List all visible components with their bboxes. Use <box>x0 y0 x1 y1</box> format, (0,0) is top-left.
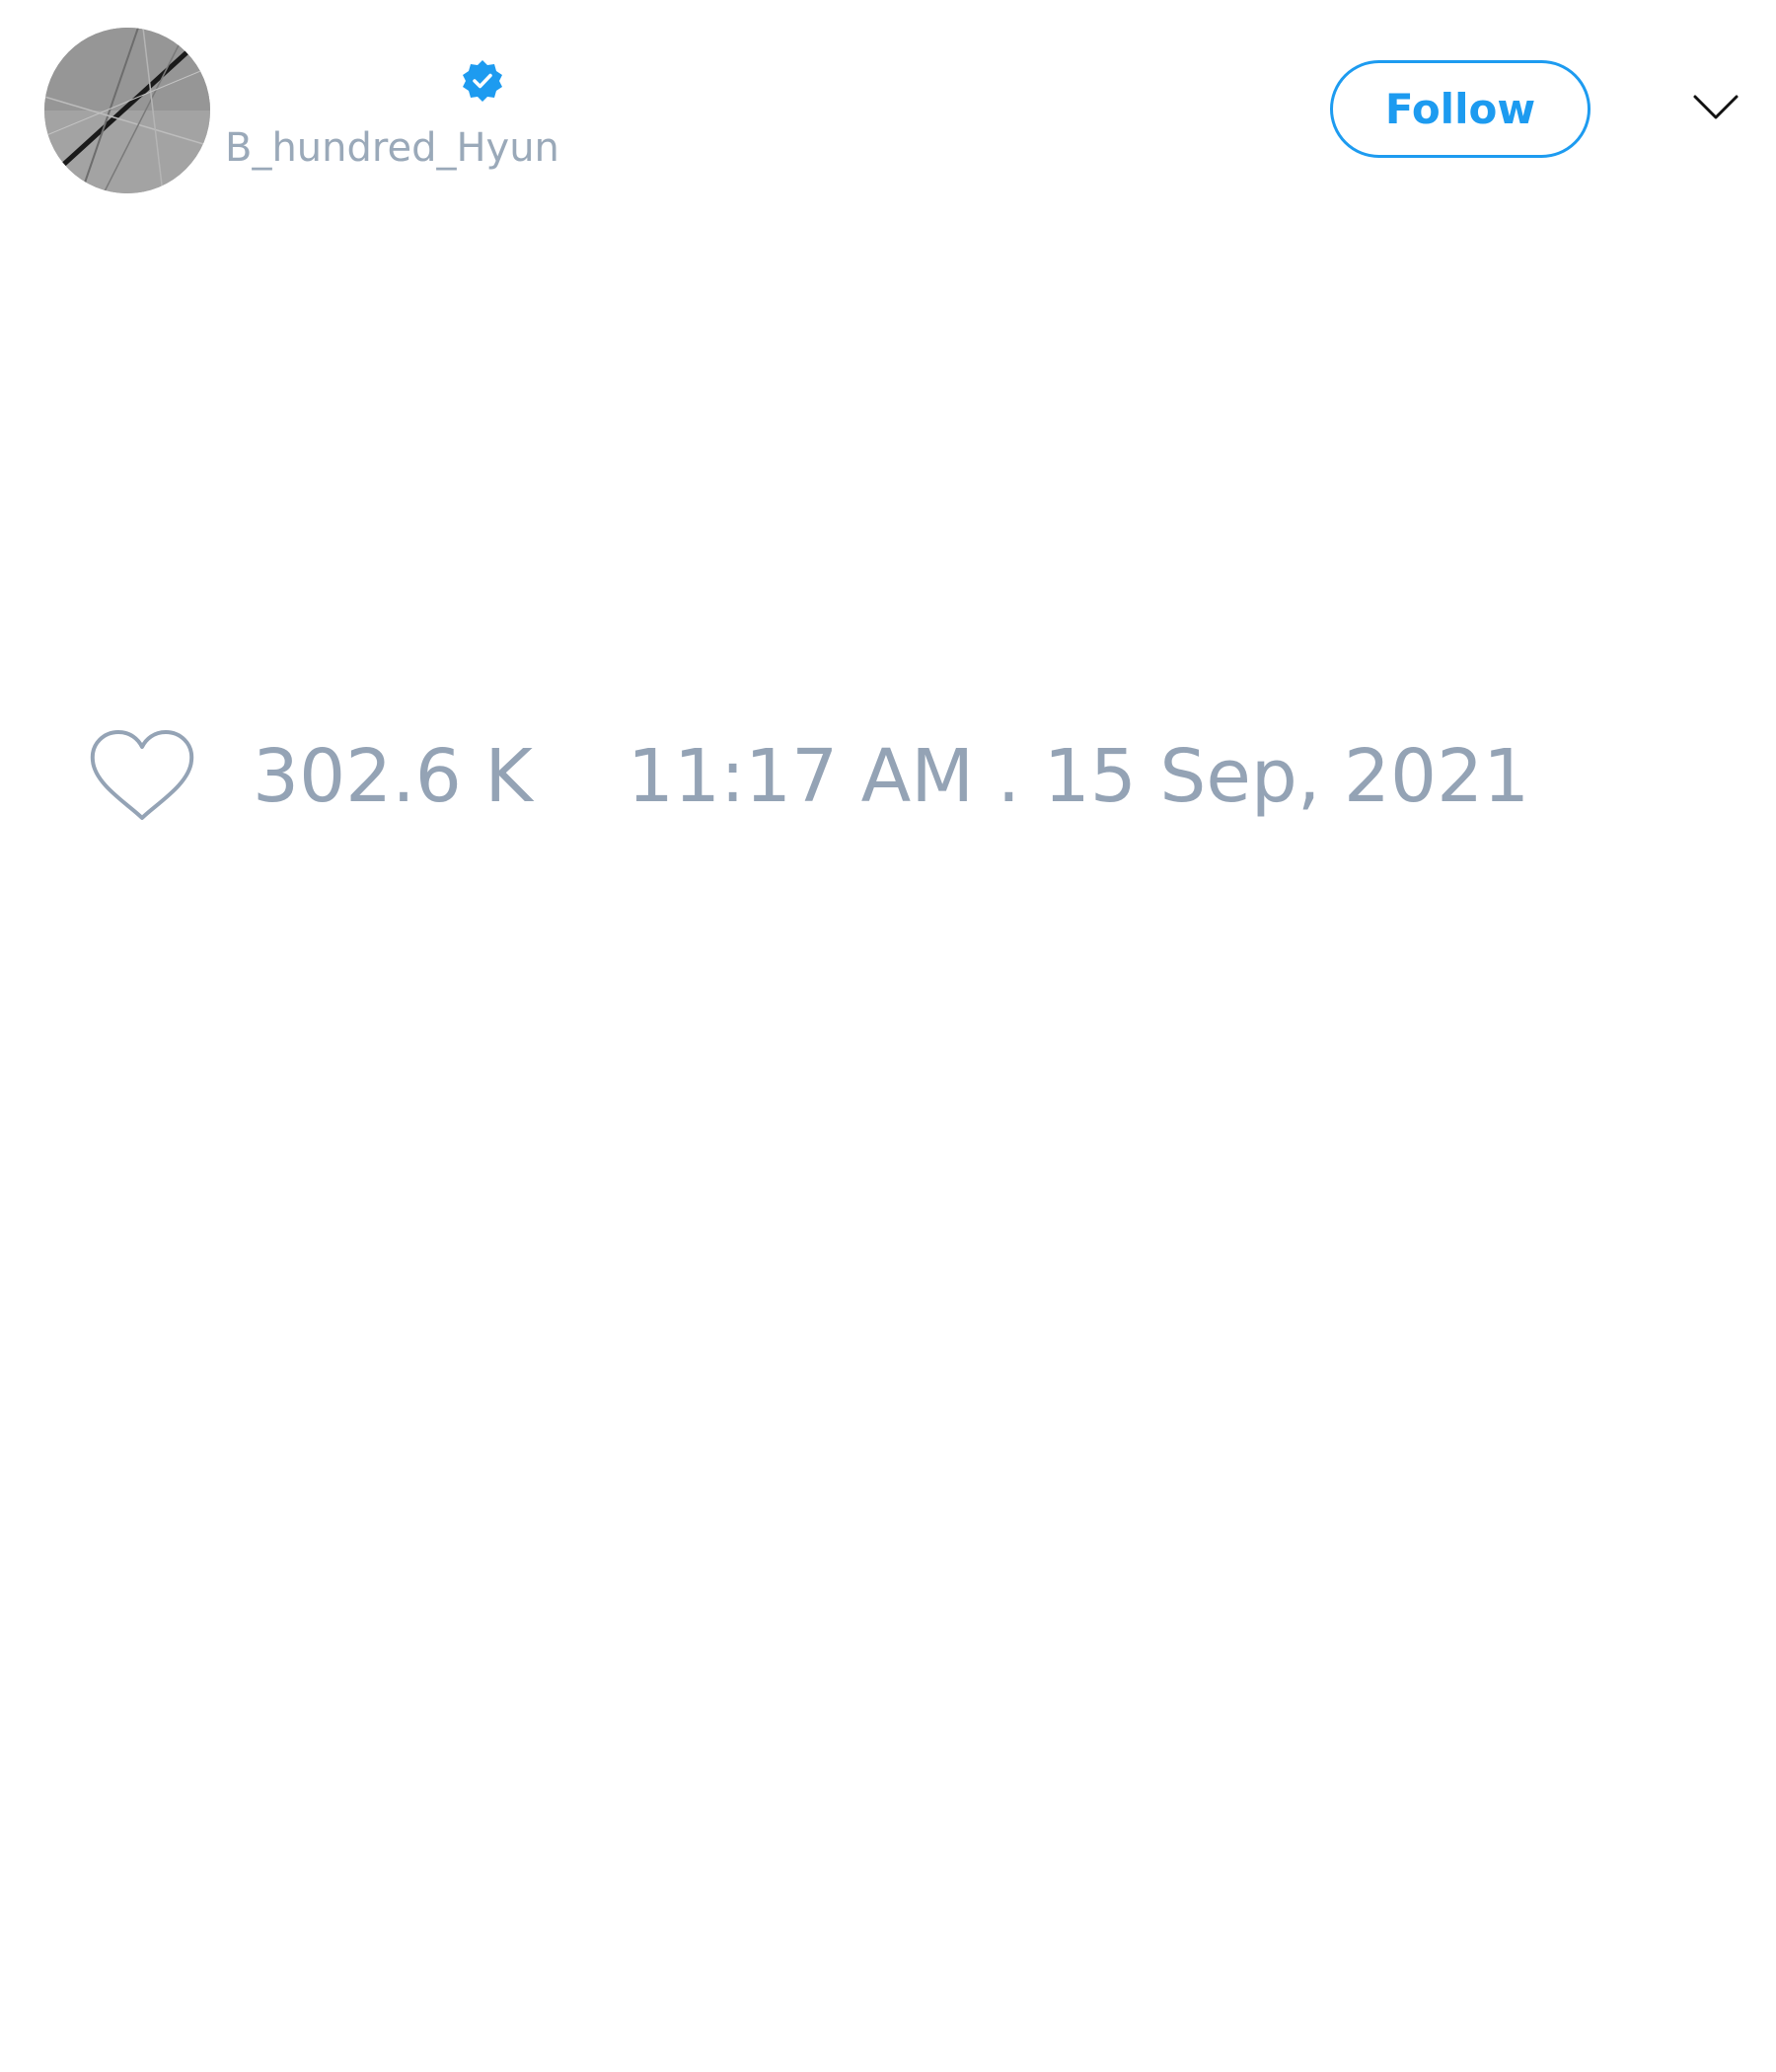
follow-button[interactable]: Follow <box>1330 60 1591 158</box>
avatar-image <box>44 28 210 193</box>
verified-badge-icon <box>460 58 505 104</box>
tweet-footer: 302.6 K 11:17 AM . 15 Sep, 2021 <box>89 728 1529 825</box>
chevron-down-icon[interactable] <box>1692 93 1739 122</box>
tweet-timestamp[interactable]: 11:17 AM . 15 Sep, 2021 <box>628 734 1529 819</box>
like-count: 302.6 K <box>253 734 533 819</box>
avatar[interactable] <box>44 28 210 193</box>
heart-icon[interactable] <box>89 729 195 824</box>
user-handle[interactable]: B_hundred_Hyun <box>225 125 559 171</box>
